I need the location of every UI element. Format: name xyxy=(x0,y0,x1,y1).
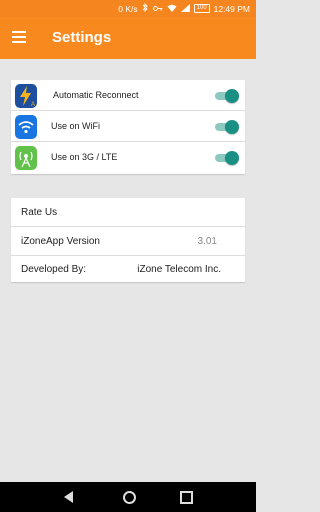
signal-icon xyxy=(180,3,190,14)
page-title: Settings xyxy=(52,29,112,46)
cell-tower-icon xyxy=(15,146,37,170)
settings-card: A Automatic Reconnect Use on WiFi Use on… xyxy=(11,80,245,174)
navigation-bar xyxy=(0,482,256,512)
developer-label: Developed By: xyxy=(21,264,87,275)
status-bar: 0 K/s 100 12:49 PM xyxy=(0,0,256,17)
home-icon[interactable] xyxy=(123,491,136,504)
battery-icon: 100 xyxy=(193,4,210,13)
setting-label: Use on 3G / LTE xyxy=(51,152,118,162)
back-icon[interactable] xyxy=(64,491,73,503)
version-label: iZoneApp Version xyxy=(21,236,100,247)
toggle-wifi[interactable] xyxy=(215,120,239,134)
setting-row-cellular[interactable]: Use on 3G / LTE xyxy=(11,143,245,173)
version-value: 3.01 xyxy=(197,236,217,247)
bluetooth-icon xyxy=(142,2,149,14)
recent-apps-icon[interactable] xyxy=(180,491,193,504)
rate-us-link[interactable]: Rate Us xyxy=(21,207,57,218)
svg-text:A: A xyxy=(31,102,35,108)
toggle-auto-reconnect[interactable] xyxy=(215,89,239,103)
menu-icon[interactable] xyxy=(12,31,26,43)
toggle-cellular[interactable] xyxy=(215,151,239,165)
setting-row-auto-reconnect[interactable]: A Automatic Reconnect xyxy=(11,81,245,111)
clock: 12:49 PM xyxy=(213,3,250,14)
developer-value: iZone Telecom Inc. xyxy=(137,264,221,275)
wifi-icon xyxy=(15,115,37,139)
key-icon xyxy=(152,4,163,14)
about-card: Rate Us iZoneApp Version 3.01 Developed … xyxy=(11,198,245,282)
lightning-icon: A xyxy=(15,84,37,108)
setting-label: Use on WiFi xyxy=(51,121,101,131)
app-bar: Settings xyxy=(0,17,256,59)
wifi-status-icon xyxy=(167,4,177,14)
setting-label: Automatic Reconnect xyxy=(53,90,139,100)
setting-row-wifi[interactable]: Use on WiFi xyxy=(11,112,245,142)
network-speed: 0 K/s xyxy=(118,3,138,14)
